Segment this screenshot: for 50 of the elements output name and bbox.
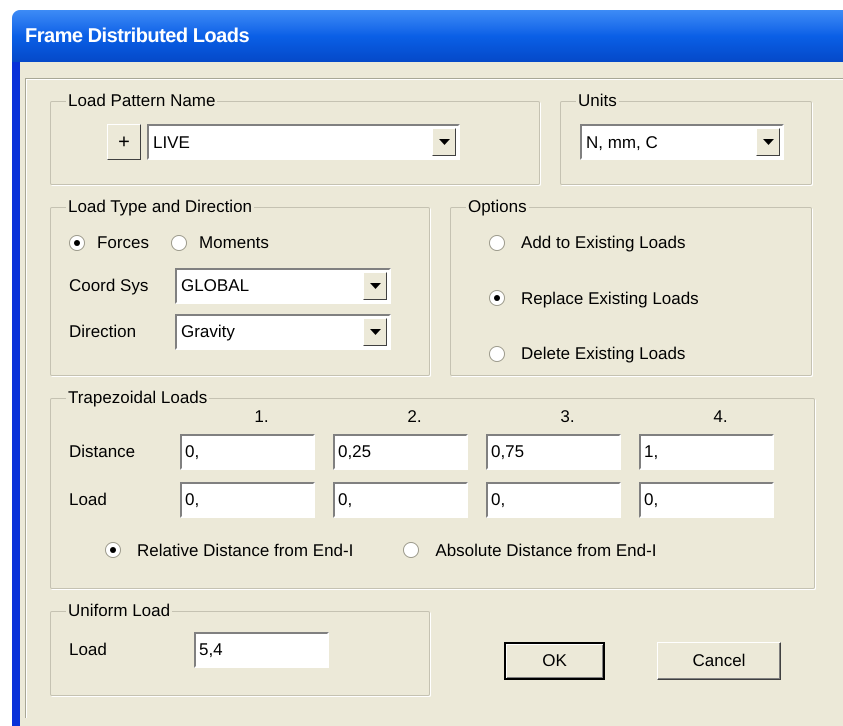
dropdown[interactable]: LIVE <box>147 124 460 160</box>
radio-button[interactable] <box>403 542 420 558</box>
group-label: Load Type and Direction <box>67 198 253 216</box>
radio-label: Delete Existing Loads <box>521 343 686 365</box>
window-title: Frame Distributed Loads <box>25 24 250 49</box>
dialog-button[interactable]: OK <box>504 642 605 680</box>
radio-label: Absolute Distance from End-I <box>435 540 656 562</box>
group-label: Options <box>467 198 528 216</box>
radio-button[interactable] <box>489 290 505 306</box>
input-field[interactable]: 0, <box>486 482 621 518</box>
radio-button[interactable] <box>69 234 85 251</box>
add-button[interactable]: + <box>107 124 141 160</box>
radio-button[interactable] <box>170 234 187 251</box>
radio-label: Relative Distance from End-I <box>137 540 354 562</box>
column-header: 3. <box>560 406 575 428</box>
input-field[interactable]: 0, <box>180 434 315 470</box>
group-label: Trapezoidal Loads <box>67 389 208 407</box>
column-header: 1. <box>254 406 269 428</box>
dropdown-value: LIVE <box>152 134 190 150</box>
radio-button[interactable] <box>489 346 505 362</box>
radio-button[interactable] <box>105 542 121 558</box>
input-field[interactable]: 1, <box>639 434 774 470</box>
dropdown-value: Gravity <box>180 323 235 340</box>
field-label: Load <box>68 639 108 662</box>
dropdown-value: N, mm, C <box>585 134 658 150</box>
dropdown[interactable]: N, mm, C <box>580 124 784 160</box>
dialog-button[interactable]: Cancel <box>657 642 781 680</box>
radio-label: Forces <box>97 232 149 254</box>
radio-label: Replace Existing Loads <box>521 288 699 310</box>
radio-label: Add to Existing Loads <box>521 232 686 254</box>
group-label: Units <box>577 92 618 110</box>
dropdown-value: GLOBAL <box>180 277 250 294</box>
group-label: Load Pattern Name <box>67 92 216 110</box>
dropdown[interactable]: GLOBAL <box>175 268 391 304</box>
field-label: Direction <box>69 320 138 343</box>
input-field[interactable]: 0,25 <box>333 434 468 470</box>
column-header: 4. <box>713 406 728 428</box>
field-label: Coord Sys <box>69 274 150 297</box>
input-field[interactable]: 0, <box>180 482 315 518</box>
group-label: Uniform Load <box>67 602 172 620</box>
input-field[interactable]: 0, <box>639 482 774 518</box>
dropdown[interactable]: Gravity <box>175 314 391 350</box>
column-header: 2. <box>407 406 422 428</box>
input-field[interactable]: 0, <box>333 482 468 518</box>
input-field[interactable]: 0,75 <box>486 434 621 470</box>
row-label: Distance <box>68 440 136 463</box>
input-field[interactable]: 5,4 <box>194 632 329 668</box>
radio-label: Moments <box>198 232 269 254</box>
radio-button[interactable] <box>489 234 505 251</box>
row-label: Load <box>68 488 108 511</box>
